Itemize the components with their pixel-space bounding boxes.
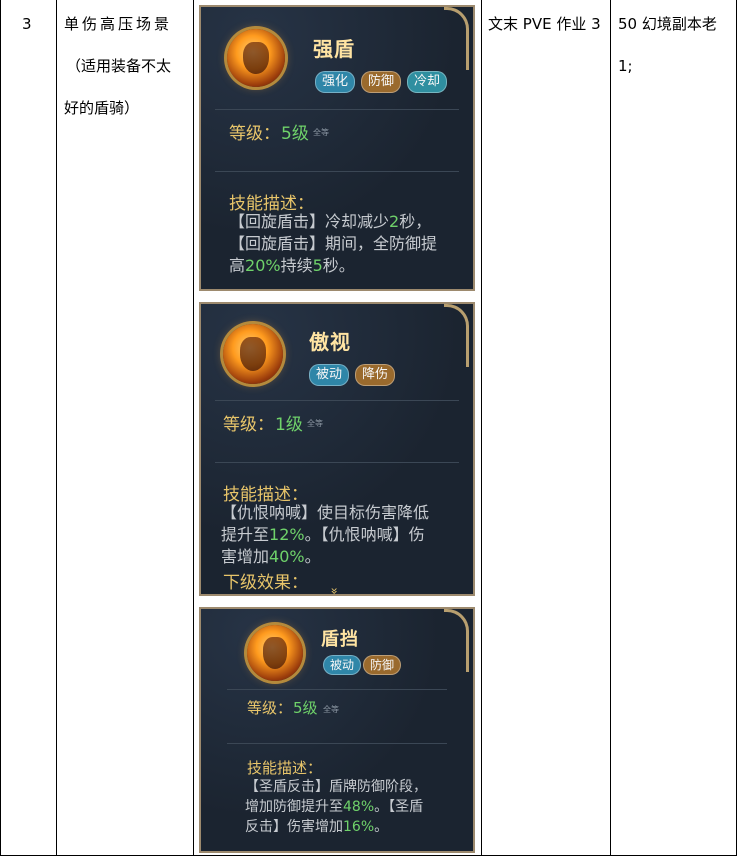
frame-corner-ornament [444,609,469,672]
frame-corner-ornament [444,304,469,367]
divider [215,400,459,401]
desc-text: 秒， [399,212,432,231]
skill-name: 傲视 [309,330,351,354]
desc-text: 秒。 [322,256,355,275]
level-small-text: 全等 [313,128,329,137]
desc-text: 反击】伤害增加 [245,819,343,835]
tag-passive: 被动 [309,364,350,386]
skill-card-qiangdun: 强盾 强化 防御 冷却 等级： 5级 全等 技能描述： 【回旋盾击】冷却减少2秒… [199,5,475,291]
row-number: 3 [22,15,32,33]
level-small-text: 全等 [323,705,339,714]
divider [227,743,447,744]
desc-value-highlight: 5 [312,256,323,275]
desc-text: 高 [229,256,246,275]
level-value: 5级 [281,124,309,144]
scenario-line-1: 单伤高压场景 [64,15,173,33]
skill-description: 【仇恨呐喊】使目标伤害降低 提升至12%。【仇恨呐喊】伤害增加40%。 [221,502,471,568]
divider [215,171,459,172]
level-value: 1级 [275,415,303,435]
note-line-2: 1; [618,57,633,75]
divider [215,462,459,463]
desc-text: 【仇恨呐喊】使目标伤害降低 [221,503,430,522]
source-cell: 文末 PVE 作业 3 [488,15,601,33]
desc-value-highlight: 16% [343,819,375,835]
column-divider [481,0,482,856]
desc-value-highlight: 20% [245,256,281,275]
desc-text: 。 [374,819,389,835]
desc-value-highlight: 40% [269,547,305,566]
level-label: 等级： [247,699,293,717]
warrior-skill-icon [223,324,283,384]
table-border-bottom [0,855,737,856]
desc-text: 【回旋盾击】期间，全防御提 [229,234,438,253]
desc-text: 提升至 [221,525,270,544]
scenario-line-3: 好的盾骑） [64,99,140,117]
divider [227,689,447,690]
desc-text: 。 [304,547,321,566]
column-divider [193,0,194,856]
tag-defense: 防御 [363,655,402,675]
column-divider [610,0,611,856]
shield-block-skill-icon [247,625,303,681]
desc-value-highlight: 12% [269,525,305,544]
desc-text: 持续 [280,256,313,275]
table-border-left [0,0,1,856]
table-border-right [736,0,737,856]
desc-text: 增加防御提升至 [245,799,343,815]
divider [215,109,459,110]
skill-name: 强盾 [313,37,355,61]
expand-chevron-icon[interactable]: » [328,587,342,594]
desc-value-highlight: 2 [389,212,400,231]
tag-strengthen: 强化 [315,71,356,93]
scenario-line-2: （适用装备不太 [66,57,172,75]
level-label: 等级： [229,124,280,144]
desc-text: 【回旋盾击】冷却减少 [229,212,390,231]
note-line-1: 50 幻境副本老 [618,15,717,33]
skill-card-aoshi: 傲视 被动 降伤 等级： 1级 全等 技能描述： 【仇恨呐喊】使目标伤害降低 提升… [199,302,475,596]
desc-text: 【圣盾反击】盾牌防御阶段， [245,779,427,795]
desc-value-highlight: 48% [343,799,375,815]
desc-text: 。【仇恨呐喊】伤 [304,525,425,544]
skill-card-dundang: 盾挡 被动 防御 等级： 5级 全等 技能描述： 【圣盾反击】盾牌防御阶段， 增加… [199,607,475,853]
skill-description: 【回旋盾击】冷却减少2秒， 【回旋盾击】期间，全防御提 高20%持续5秒。 [229,211,473,277]
desc-title: 技能描述： [247,759,323,777]
tag-cooldown: 冷却 [407,71,448,93]
tag-damage-reduction: 降伤 [355,364,396,386]
desc-text: 害增加 [221,547,270,566]
skill-description: 【圣盾反击】盾牌防御阶段， 增加防御提升至48%。【圣盾反击】伤害增加16%。 [245,777,471,837]
level-label: 等级： [223,415,274,435]
tag-defense: 防御 [361,71,402,93]
skill-name: 盾挡 [321,629,359,650]
tag-passive: 被动 [323,655,362,675]
level-small-text: 全等 [307,419,323,428]
column-divider [56,0,57,856]
frame-corner-ornament [444,7,469,70]
level-value: 5级 [293,699,318,717]
desc-text: 。【圣盾 [374,799,424,815]
shield-skill-icon [227,29,285,87]
next-level-label: 下级效果： [223,573,308,593]
